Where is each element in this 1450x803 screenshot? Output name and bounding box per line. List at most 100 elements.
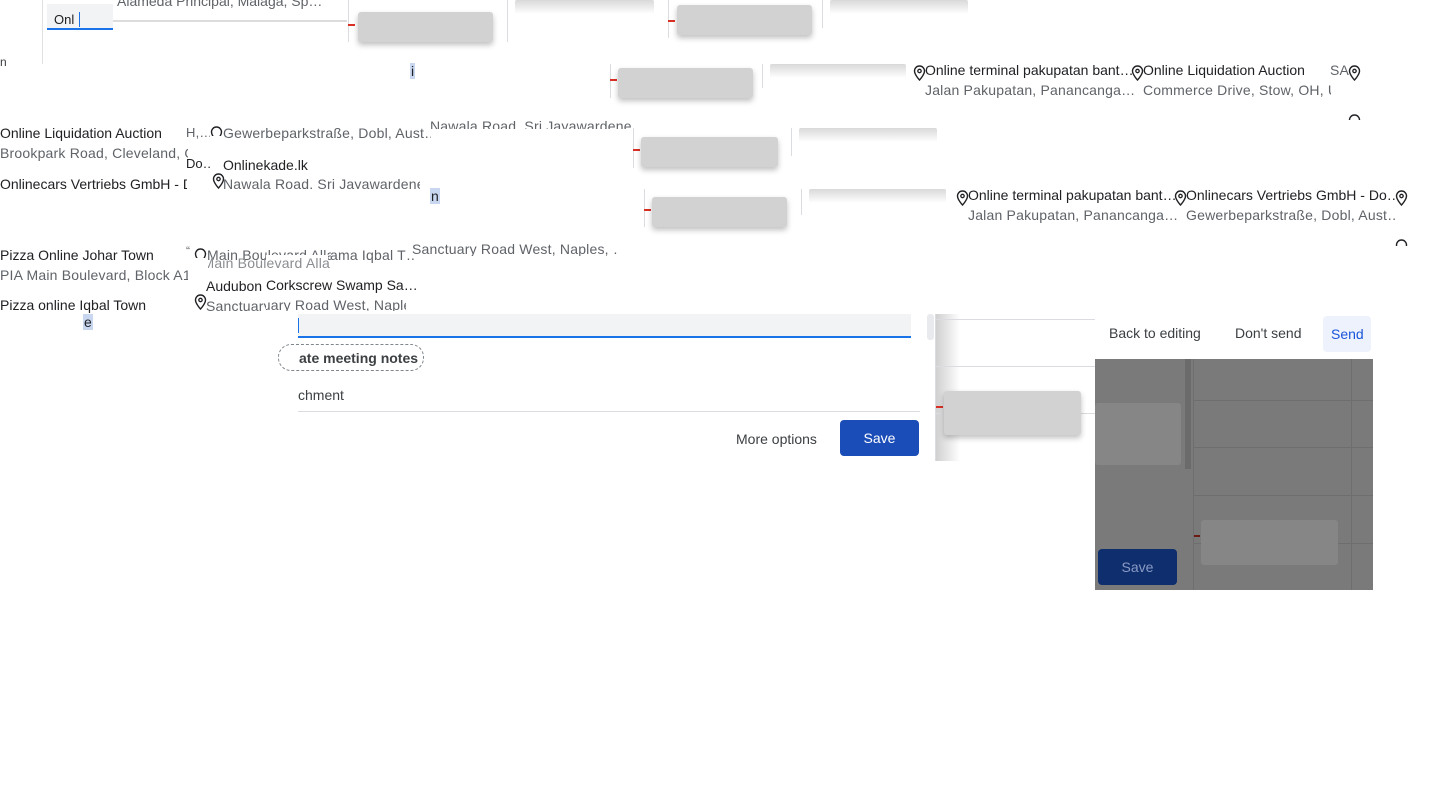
suggestion-address: Jalan Pakupatan, Panancanga… — [968, 207, 1178, 223]
suggestion-title[interactable]: Onlinecars Vertriebs GmbH - D — [0, 176, 187, 192]
overlay-grid-line — [1193, 359, 1194, 590]
suggestion-item[interactable]: Audubon Sanctuary Road West, Naples — [194, 276, 266, 312]
overlay-grid-line — [1194, 447, 1373, 448]
suggestion-address: Commerce Drive, Stow, OH, U — [1143, 82, 1331, 98]
event-ghost-block — [677, 5, 812, 35]
suggestion-title: Onlinecars Vertriebs GmbH - Do… — [1186, 187, 1396, 203]
fragment-text: Do… — [186, 156, 210, 171]
event-editor-panel: ate meeting notes chment More options Sa… — [278, 314, 935, 461]
background-save-button: Save — [1098, 549, 1177, 585]
send-button[interactable]: Send — [1323, 316, 1371, 352]
suggestion-item[interactable]: Onlinecars Vertriebs GmbH - Do… Gewerbep… — [1174, 186, 1396, 226]
divider — [791, 128, 792, 156]
time-indicator-tick — [668, 20, 675, 22]
send-button-label: Send — [1331, 326, 1364, 342]
divider — [822, 0, 823, 28]
suggestion-title: Audubon — [206, 278, 263, 294]
suggestion-item[interactable]: Online Liquidation Auction Brookpark Roa… — [0, 125, 188, 165]
overlay-red-tick — [1194, 535, 1200, 537]
meeting-notes-chip[interactable]: ate meeting notes — [278, 344, 424, 371]
back-to-editing-button[interactable]: Back to editing — [1109, 325, 1201, 341]
divider — [762, 64, 763, 88]
scrollbar[interactable] — [927, 314, 934, 340]
overlay-event-block — [1095, 403, 1181, 465]
suggestion-title: Online Liquidation Auction — [0, 125, 162, 141]
suggestion-title: Online terminal pakupatan bant… — [925, 62, 1134, 78]
selected-char: i — [410, 63, 416, 79]
suggestion-address: Nawala Road, Sri Jayawardene… — [430, 118, 636, 129]
time-indicator-tick — [936, 406, 943, 408]
suggestion-title: Pizza Online Johar Town — [0, 247, 154, 263]
time-indicator-tick — [348, 24, 355, 26]
attachment-label[interactable]: chment — [298, 387, 344, 403]
suggestion-item[interactable]: SA — [1330, 61, 1370, 101]
suggestion-address: Sanctuary Road West, Naples — [206, 298, 266, 312]
time-indicator-tick — [610, 79, 617, 81]
divider — [348, 0, 349, 42]
suggestion-title[interactable]: Corkscrew Swamp Sa… — [266, 277, 416, 293]
event-ghost-block — [944, 391, 1081, 435]
small-fragment-label: n — [0, 55, 7, 69]
event-ghost-block — [830, 0, 968, 14]
suggestion-address: Gewerbeparkstraße, Dobl, Aust… — [1186, 207, 1396, 223]
dropdown-shadow-edge — [113, 20, 347, 22]
fragment-text: “ — [186, 244, 190, 258]
send-dialog-actions: Back to editing Don't send Send — [1095, 314, 1373, 359]
suggestion-title: Onlinekade.lk — [223, 157, 308, 173]
event-ghost-block — [770, 64, 906, 78]
meeting-notes-chip-label: ate meeting notes — [299, 350, 419, 366]
suggestion-title: Online terminal pakupatan bant… — [968, 187, 1177, 203]
suggestion-item[interactable]: Online Liquidation Auction Commerce Driv… — [1131, 61, 1331, 101]
suggestion-item[interactable]: Pizza Online Johar Town PIA Main Bouleva… — [0, 247, 188, 287]
address-clip: Sanctuary Road West, Naples — [266, 297, 406, 311]
selected-char: n — [430, 188, 440, 204]
description-input[interactable] — [298, 314, 911, 338]
event-ghost-block — [652, 197, 787, 227]
suggestion-address: Jalan Pakupatan, Panancanga… — [925, 82, 1135, 98]
location-pin-icon — [1348, 114, 1361, 120]
calendar-grid-fragment — [935, 314, 1096, 461]
overlay-grid-line — [1194, 495, 1373, 496]
save-button[interactable]: Save — [840, 420, 919, 456]
address-clip: Sanctuary Road West, Naples, … — [412, 243, 618, 256]
fragment-text: Main Boulevard Alla — [208, 255, 330, 271]
suggestion-address: Nawala Road, Sri Jayawardene — [223, 176, 420, 189]
suggestion-title: Online Liquidation Auction — [1143, 62, 1305, 78]
grid-line — [936, 319, 1096, 320]
overlay-grid-line — [1351, 359, 1352, 590]
suggestion-address: Sanctuary Road West, Naples, … — [412, 243, 618, 256]
divider — [644, 189, 645, 227]
suggestion-title[interactable]: Pizza online Iqbal Town — [0, 297, 190, 313]
more-options-button[interactable]: More options — [736, 431, 817, 447]
suggestion-address: Brookpark Road, Cleveland, O — [0, 145, 188, 161]
divider — [633, 128, 634, 168]
location-pin-icon — [1395, 239, 1408, 246]
event-ghost-block — [358, 12, 493, 42]
location-input[interactable]: Onl — [47, 4, 113, 30]
dont-send-button[interactable]: Don't send — [1235, 325, 1302, 341]
suggestion-address: PIA Main Boulevard, Block A1 — [0, 267, 188, 283]
grid-line — [936, 366, 1096, 367]
overlay-event-block — [1201, 520, 1338, 565]
overlay-scrollbar — [1185, 359, 1191, 469]
suggestion-item[interactable]: Online terminal pakupatan bant… Jalan Pa… — [913, 61, 1135, 101]
event-ghost-block — [799, 128, 937, 142]
modal-overlay: Save — [1095, 359, 1373, 590]
overlay-grid-line — [1194, 400, 1373, 401]
fragment-text: H,… — [186, 125, 210, 140]
event-ghost-block — [515, 0, 654, 14]
grid-shadow — [936, 314, 960, 461]
text-caret — [298, 318, 299, 333]
suggestion-item[interactable]: Online terminal pakupatan bant… Jalan Pa… — [956, 186, 1178, 226]
location-pin-icon — [210, 126, 223, 136]
address-clip: Nawala Road, Sri Jayawardene… — [430, 118, 636, 129]
suggestion-item[interactable]: Onlinekade.lk Nawala Road, Sri Jayawarde… — [210, 155, 420, 189]
suggestion-address[interactable]: Gewerbeparkstraße, Dobl, Aust… — [223, 125, 431, 141]
time-indicator-tick — [644, 209, 651, 211]
partial-suggestion-address[interactable]: Alameda Principal, Málaga, Sp… — [117, 0, 337, 9]
location-pin-icon — [1348, 65, 1361, 81]
location-pin-icon — [1395, 190, 1408, 206]
suggestion-title: SA — [1330, 62, 1350, 78]
event-ghost-block — [641, 137, 778, 167]
divider — [298, 411, 920, 412]
